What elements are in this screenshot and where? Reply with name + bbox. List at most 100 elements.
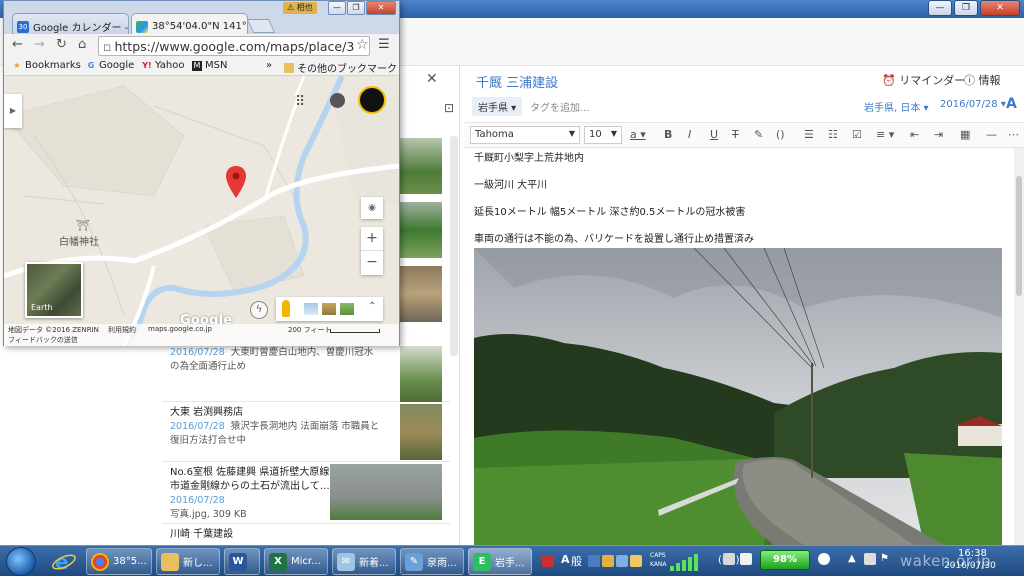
- bookmark-msn[interactable]: M MSN: [192, 60, 227, 71]
- clock-date[interactable]: 2016/07/30: [944, 561, 996, 571]
- numbered-list-icon[interactable]: ☷: [828, 128, 838, 141]
- ime-tool-icon[interactable]: [602, 555, 614, 567]
- bullet-list-icon[interactable]: ☰: [804, 128, 814, 141]
- align-icon[interactable]: ≡ ▾: [876, 128, 894, 141]
- zoom-out-button[interactable]: −: [361, 251, 383, 275]
- taskbar-chrome[interactable]: 38°5...: [86, 548, 152, 575]
- tab-google-maps[interactable]: 38°54'04.0"N 141°2 ✕: [131, 13, 248, 35]
- power-icon[interactable]: [818, 553, 830, 565]
- underline-icon[interactable]: U: [710, 128, 718, 141]
- outdent-icon[interactable]: ⇤: [910, 128, 919, 141]
- minimize-button[interactable]: —: [928, 0, 952, 16]
- forward-icon[interactable]: →: [34, 37, 45, 52]
- internet-explorer-icon[interactable]: e: [50, 548, 78, 575]
- note-title-field[interactable]: 千厩 三浦建設: [476, 72, 558, 91]
- list-item[interactable]: No.6室根 佐藤建興 県道折壁大原線 市道金剛線からの土石が流出して… 201…: [162, 462, 450, 524]
- address-bar[interactable]: ▫ https://www.google.com/maps/place/3: [98, 36, 370, 56]
- ime-tool-icon[interactable]: [630, 555, 642, 567]
- start-button[interactable]: [6, 547, 36, 576]
- taskbar-evernote[interactable]: E 岩手...: [468, 548, 532, 575]
- ime-kanji-indicator[interactable]: 般: [571, 553, 582, 569]
- scale-label[interactable]: 200 フィート: [288, 325, 331, 335]
- minimize-button[interactable]: —: [328, 1, 346, 15]
- flash-icon[interactable]: ϟ: [250, 301, 268, 319]
- editor-scrollbar-thumb[interactable]: [1016, 176, 1022, 296]
- notebook-selector[interactable]: 岩手県 ▾: [472, 97, 523, 116]
- pegman-icon[interactable]: [282, 300, 290, 317]
- bookmark-star-icon[interactable]: ☆: [356, 37, 369, 53]
- chevron-up-icon[interactable]: ⌃: [368, 301, 376, 312]
- home-icon[interactable]: ⌂: [78, 37, 86, 52]
- back-icon[interactable]: ←: [12, 37, 23, 52]
- taskbar-word[interactable]: W: [224, 548, 260, 575]
- profile-badge[interactable]: ⚠ 相也: [283, 2, 317, 14]
- tag-input[interactable]: タグを追加...: [530, 99, 590, 114]
- earth-view-toggle[interactable]: Earth: [25, 262, 83, 318]
- highlight-icon[interactable]: ✎: [754, 128, 763, 141]
- reminder-button[interactable]: ⏰ リマインダー: [882, 72, 965, 88]
- strikethrough-icon[interactable]: T: [732, 128, 739, 141]
- font-size-select[interactable]: 10 ▼: [584, 126, 622, 144]
- tray-app-icon[interactable]: [740, 553, 752, 565]
- bold-icon[interactable]: B: [664, 128, 672, 141]
- menu-icon[interactable]: ☰: [378, 37, 390, 52]
- taskbar-explorer[interactable]: 新し...: [156, 548, 220, 575]
- font-style-icon[interactable]: A: [1006, 96, 1017, 112]
- sort-icon[interactable]: ⊡: [444, 101, 454, 115]
- place-label[interactable]: 白幡神社: [59, 233, 99, 248]
- street-view-thumbnail[interactable]: [340, 303, 354, 315]
- tray-app-icon[interactable]: [542, 555, 554, 567]
- signal-strength-icon[interactable]: [670, 552, 710, 572]
- reload-icon[interactable]: ↻: [56, 37, 67, 52]
- maximize-button[interactable]: ❐: [347, 1, 365, 15]
- note-body[interactable]: 千厩町小梨字上荒井地内 一級河川 大平川 延長10メートル 幅5メートル 深さ約…: [474, 152, 1012, 260]
- shrine-icon[interactable]: ⛩: [76, 219, 90, 232]
- map-pin-icon[interactable]: [226, 166, 246, 198]
- tray-app-icon[interactable]: [723, 553, 735, 565]
- date-selector[interactable]: 2016/07/28 ▾: [940, 99, 1006, 110]
- battery-indicator[interactable]: 98%: [760, 550, 810, 570]
- info-button[interactable]: ⓘ 情報: [964, 72, 1001, 88]
- taskbar-app[interactable]: ✎ 泉雨...: [400, 548, 464, 575]
- horizontal-rule-icon[interactable]: —: [986, 128, 997, 141]
- feedback-link[interactable]: フィードバックの送信: [8, 335, 78, 345]
- taskbar-excel[interactable]: X Micr...: [264, 548, 328, 575]
- location-selector[interactable]: 岩手県, 日本 ▾: [864, 99, 929, 114]
- indent-icon[interactable]: ⇥: [934, 128, 943, 141]
- clear-search-icon[interactable]: ✕: [426, 71, 438, 87]
- close-button[interactable]: ✕: [980, 0, 1020, 16]
- list-item[interactable]: 大東 岩渕興務店 2016/07/28 猿沢字長洞地内 法面崩落 市職員と復旧方法…: [162, 402, 450, 462]
- clock-time[interactable]: 16:38: [958, 548, 987, 559]
- bookmarks-overflow[interactable]: »: [266, 60, 272, 71]
- other-bookmarks[interactable]: その他のブックマーク: [284, 60, 397, 75]
- avatar[interactable]: [358, 86, 386, 114]
- bookmark-google[interactable]: G Google: [86, 60, 135, 71]
- bookmark-bookmarks[interactable]: ★ Bookmarks: [12, 60, 80, 71]
- maximize-button[interactable]: ❐: [954, 0, 978, 16]
- italic-icon[interactable]: I: [688, 128, 691, 141]
- map-view[interactable]: ▶ ⠿ ⛩ 白幡神社 Earth ◉ + − Google ϟ ⌃ 地図データ …: [4, 76, 399, 346]
- ime-tool-icon[interactable]: [588, 555, 600, 567]
- terms-link[interactable]: 利用規約: [108, 325, 136, 335]
- street-view-thumbnail[interactable]: [304, 303, 318, 315]
- zoom-in-button[interactable]: +: [361, 227, 383, 251]
- font-color-icon[interactable]: a ▾: [630, 128, 646, 141]
- list-item[interactable]: 川崎 千葉建設: [162, 524, 450, 545]
- bookmark-yahoo[interactable]: Y! Yahoo: [142, 60, 184, 71]
- street-view-thumbnail[interactable]: [322, 303, 336, 315]
- tray-app-icon[interactable]: [864, 553, 876, 565]
- tab-google-calendar[interactable]: 30 Google カレンダー - ✕: [12, 13, 129, 35]
- close-tab-icon[interactable]: ✕: [128, 22, 129, 32]
- show-hidden-icons[interactable]: ▲: [848, 553, 860, 565]
- ime-mode-indicator[interactable]: A: [561, 553, 570, 566]
- font-family-select[interactable]: Tahoma ▼: [470, 126, 580, 144]
- code-icon[interactable]: (): [776, 128, 785, 141]
- taskbar-mail[interactable]: ✉ 新着...: [332, 548, 396, 575]
- help-icon[interactable]: [616, 555, 628, 567]
- close-button[interactable]: ✕: [366, 1, 396, 15]
- note-list-scrollbar[interactable]: [450, 136, 458, 356]
- expand-panel-button[interactable]: ▶: [4, 94, 22, 128]
- more-icon[interactable]: ⋯: [1008, 128, 1019, 141]
- flag-icon[interactable]: ⚑: [880, 553, 892, 565]
- list-item[interactable]: 2016/07/28 大東町曽慶白山地内、曽慶川冠水の為全面通行止め: [162, 342, 450, 402]
